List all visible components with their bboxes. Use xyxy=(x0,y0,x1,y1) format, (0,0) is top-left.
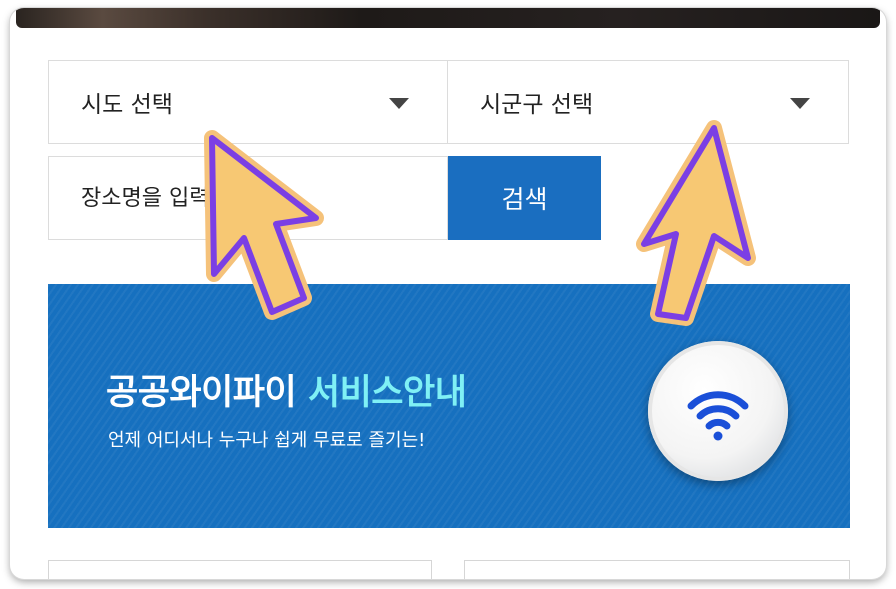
sido-select-label: 시도 선택 xyxy=(81,92,173,118)
chevron-down-icon xyxy=(389,98,409,109)
banner-title-main: 공공와이파이 xyxy=(106,373,308,413)
banner-title: 공공와이파이 서비스안내 xyxy=(106,364,467,415)
banner-subtitle: 언제 어디서나 누구나 쉽게 무료로 즐기는! xyxy=(108,430,426,451)
info-card-right[interactable] xyxy=(464,560,850,579)
sigungu-select-label: 시군구 선택 xyxy=(480,92,594,118)
chevron-down-icon xyxy=(790,98,810,109)
search-button[interactable]: 검색 xyxy=(448,156,601,240)
place-search-input[interactable] xyxy=(48,156,448,240)
sido-select[interactable]: 시도 선택 xyxy=(48,60,448,144)
app-window: 시도 선택 시군구 선택 검색 공공와이파이 서비스안내 언제 어디서나 누구나… xyxy=(10,8,886,579)
sigungu-select[interactable]: 시군구 선택 xyxy=(447,60,849,144)
header-image-strip xyxy=(16,8,880,28)
wifi-service-banner[interactable]: 공공와이파이 서비스안내 언제 어디서나 누구나 쉽게 무료로 즐기는! xyxy=(48,284,850,528)
wifi-badge xyxy=(648,341,788,481)
banner-title-accent: 서비스안내 xyxy=(307,373,467,413)
wifi-icon xyxy=(687,391,749,441)
info-card-left[interactable] xyxy=(48,560,432,579)
